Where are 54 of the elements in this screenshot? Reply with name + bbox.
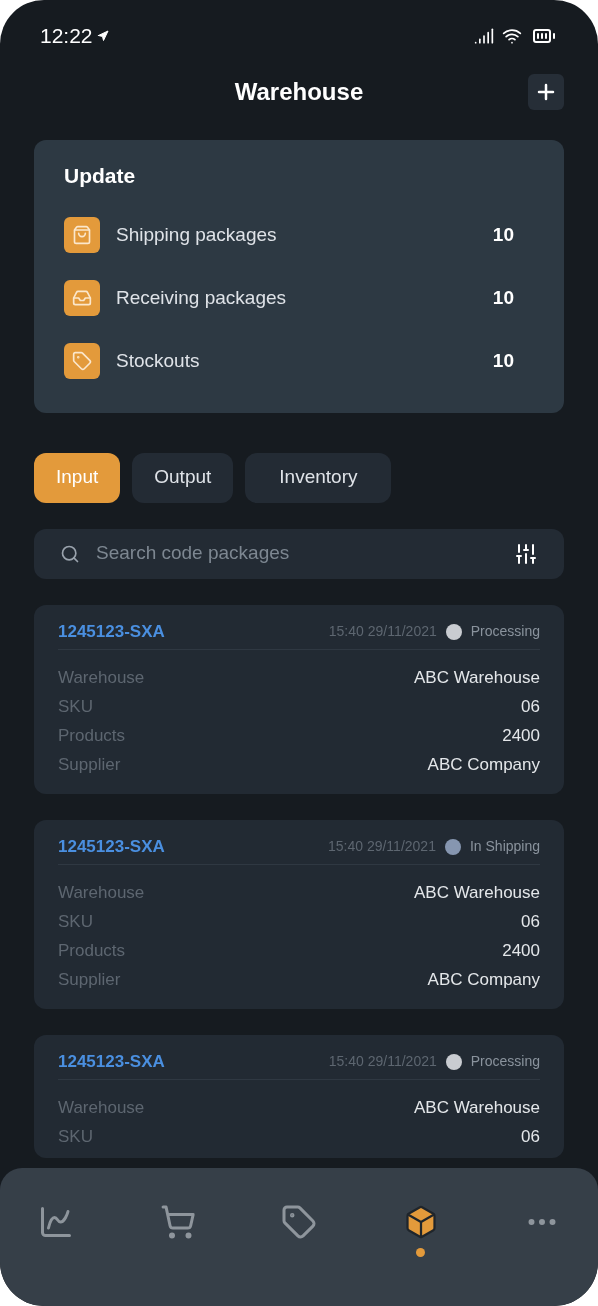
field-value: ABC Warehouse: [414, 1097, 540, 1120]
location-icon: [96, 30, 109, 42]
field-value: 06: [521, 911, 540, 934]
order-datetime: 15:40 29/11/2021: [328, 1052, 437, 1071]
order-status: Processing: [470, 1052, 540, 1071]
clock-time: 12:22: [40, 23, 93, 50]
field-label: Warehouse: [58, 1097, 145, 1120]
update-label: Receiving packages: [116, 285, 288, 310]
inbox-icon: [64, 280, 100, 316]
field-value: 06: [521, 1126, 540, 1149]
field-label: Products: [58, 725, 126, 748]
update-label: Shipping packages: [116, 222, 278, 247]
order-datetime: 15:40 29/11/2021: [328, 837, 436, 856]
order-status: In Shipping: [469, 837, 540, 856]
order-card[interactable]: 1245123-SXA 15:40 29/11/2021 Processing Warehouse ABC Warehouse SKU 06: [34, 1034, 564, 1158]
field-value: ABC Warehouse: [414, 882, 540, 905]
order-status: Processing: [470, 622, 540, 641]
field-value: 2400: [502, 725, 540, 748]
tab[interactable]: Output: [132, 452, 234, 503]
field-value: 06: [521, 696, 540, 719]
update-count: 10: [492, 222, 514, 247]
bag-icon: [64, 217, 100, 253]
field-label: Warehouse: [58, 667, 145, 690]
field-value: 2400: [502, 940, 540, 963]
search-icon: [60, 543, 80, 564]
field-label: SKU: [58, 1126, 93, 1149]
update-label: Stockouts: [116, 348, 201, 373]
tag-icon: [64, 343, 100, 379]
field-value: ABC Company: [427, 969, 540, 992]
order-card[interactable]: 1245123-SXA 15:40 29/11/2021 In Shipping Warehouse ABC Warehouse SKU 06 Products 2400 Supplier ABC Company: [34, 819, 564, 1009]
card-title: Update: [64, 163, 137, 189]
field-label: SKU: [58, 911, 93, 934]
update-count: 10: [492, 285, 514, 310]
filter-icon[interactable]: [514, 541, 538, 566]
field-value: ABC Warehouse: [414, 667, 540, 690]
search-input[interactable]: Search code packages: [96, 539, 514, 568]
order-card[interactable]: 1245123-SXA 15:40 29/11/2021 Processing Warehouse ABC Warehouse SKU 06 Products 2400 Supplier ABC Company: [34, 604, 564, 794]
field-label: Warehouse: [58, 882, 145, 905]
signal-icon: [474, 26, 494, 46]
page-title: Warehouse: [234, 77, 364, 107]
tab[interactable]: Inventory: [245, 452, 392, 503]
order-code[interactable]: 1245123-SXA: [58, 1048, 329, 1075]
order-code[interactable]: 1245123-SXA: [58, 833, 328, 860]
field-label: Products: [58, 940, 126, 963]
order-code[interactable]: 1245123-SXA: [58, 618, 329, 645]
field-label: SKU: [58, 696, 93, 719]
wifi-icon: [502, 26, 522, 46]
field-label: Supplier: [58, 754, 121, 777]
update-count: 10: [492, 348, 514, 373]
search-field[interactable]: Search code packages: [34, 528, 564, 579]
order-datetime: 15:40 29/11/2021: [328, 622, 437, 641]
field-value: ABC Company: [427, 754, 540, 777]
field-label: Supplier: [58, 969, 121, 992]
add-button[interactable]: [528, 74, 564, 110]
